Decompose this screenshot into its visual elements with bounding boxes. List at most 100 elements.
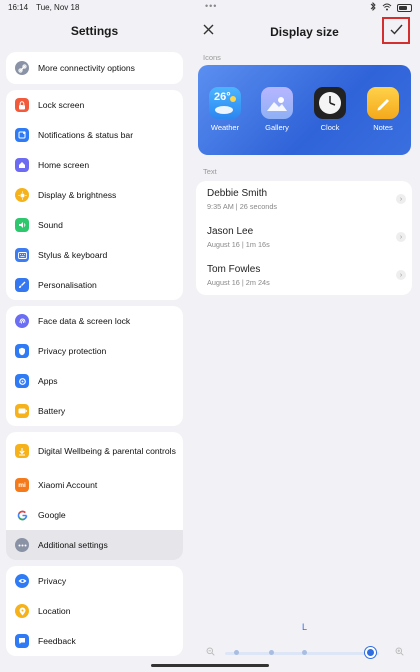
settings-item-label: Xiaomi Account xyxy=(38,479,98,490)
contact-name: Debbie Smith xyxy=(207,188,268,199)
settings-item-label: Privacy xyxy=(38,575,67,586)
check-icon xyxy=(390,22,403,39)
settings-item-label: Privacy protection xyxy=(38,345,107,356)
settings-item-personalisation[interactable]: Personalisation xyxy=(6,270,183,300)
keyboard-icon xyxy=(15,248,29,262)
slider-thumb[interactable] xyxy=(365,647,376,658)
text-preview: Debbie Smith 9:35 AM | 26 seconds › Jaso… xyxy=(196,181,412,295)
settings-title: Settings xyxy=(70,24,119,38)
app-name: Weather xyxy=(210,123,240,132)
settings-item-battery[interactable]: Battery xyxy=(6,396,183,426)
fingerprint-icon xyxy=(15,314,29,328)
group-privacy: Privacy Location Feedback xyxy=(6,566,183,656)
settings-item-label: Apps xyxy=(38,375,58,386)
app-name: Clock xyxy=(320,123,340,132)
weather-icon: 26° xyxy=(209,87,241,119)
group-connectivity: More connectivity options xyxy=(6,52,183,84)
settings-item-lock-screen[interactable]: Lock screen xyxy=(6,90,183,120)
settings-item-label: Personalisation xyxy=(38,279,97,290)
list-item: Jason Lee August 16 | 1m 16s › xyxy=(196,219,412,257)
more-icon xyxy=(15,538,29,552)
eye-icon xyxy=(15,574,29,588)
settings-item-label: Home screen xyxy=(38,159,90,170)
settings-item-label: Notifications & status bar xyxy=(38,129,134,140)
settings-item-location[interactable]: Location xyxy=(6,596,183,626)
contact-meta: August 16 | 1m 16s xyxy=(207,240,270,249)
settings-item-privacy[interactable]: Privacy xyxy=(6,566,183,596)
settings-item-apps[interactable]: Apps xyxy=(6,366,183,396)
settings-item-label: Additional settings xyxy=(38,539,108,550)
settings-item-label: Display & brightness xyxy=(38,189,117,200)
slider-step xyxy=(269,650,274,655)
sound-icon xyxy=(15,218,29,232)
notification-icon xyxy=(15,128,29,142)
settings-item-sound[interactable]: Sound xyxy=(6,210,183,240)
settings-item-notifications[interactable]: Notifications & status bar xyxy=(6,120,183,150)
app-name: Gallery xyxy=(265,123,289,132)
confirm-button[interactable] xyxy=(382,17,410,44)
contact-name: Tom Fowles xyxy=(207,264,261,275)
app-notes: Notes xyxy=(363,87,403,132)
settings-item-google[interactable]: Google xyxy=(6,500,183,530)
wellbeing-icon xyxy=(15,444,29,458)
settings-item-label: Battery xyxy=(38,405,66,416)
chevron-right-icon: › xyxy=(396,270,406,280)
slider-step xyxy=(302,650,307,655)
clock-icon xyxy=(314,87,346,119)
settings-item-digital-wellbeing[interactable]: Digital Wellbeing & parental controls xyxy=(6,432,183,470)
settings-item-xiaomi-account[interactable]: mi Xiaomi Account xyxy=(6,470,183,500)
settings-item-additional-settings[interactable]: Additional settings xyxy=(6,530,183,560)
feedback-icon xyxy=(15,634,29,648)
zoom-out-icon xyxy=(206,647,215,658)
settings-item-label: Feedback xyxy=(38,635,76,646)
gallery-icon xyxy=(261,87,293,119)
size-indicator: L xyxy=(302,622,308,632)
chevron-right-icon: › xyxy=(396,232,406,242)
settings-item-feedback[interactable]: Feedback xyxy=(6,626,183,656)
settings-item-label: Sound xyxy=(38,219,63,230)
settings-item-privacy-protection[interactable]: Privacy protection xyxy=(6,336,183,366)
settings-item-face-data[interactable]: Face data & screen lock xyxy=(6,306,183,336)
shield-icon xyxy=(15,344,29,358)
battery-icon xyxy=(15,404,29,418)
settings-item-label: Lock screen xyxy=(38,99,85,110)
zoom-in-icon xyxy=(395,647,404,658)
group-personal: Lock screen Notifications & status bar H… xyxy=(6,90,183,300)
google-icon xyxy=(15,508,29,522)
group-security: Face data & screen lock Privacy protecti… xyxy=(6,306,183,426)
chevron-right-icon: › xyxy=(396,194,406,204)
xiaomi-icon: mi xyxy=(15,478,29,492)
home-icon xyxy=(15,158,29,172)
list-item: Tom Fowles August 16 | 2m 24s › xyxy=(196,257,412,295)
contact-name: Jason Lee xyxy=(207,226,254,237)
group-accounts: Digital Wellbeing & parental controls mi… xyxy=(6,432,183,560)
settings-item-home-screen[interactable]: Home screen xyxy=(6,150,183,180)
brush-icon xyxy=(15,278,29,292)
link-icon xyxy=(15,61,29,75)
settings-item-display-brightness[interactable]: Display & brightness xyxy=(6,180,183,210)
lock-icon xyxy=(15,98,29,112)
app-gallery: Gallery xyxy=(257,87,297,132)
notes-icon xyxy=(367,87,399,119)
icons-section-label: Icons xyxy=(203,53,221,62)
settings-item-label: Face data & screen lock xyxy=(38,315,131,326)
app-name: Notes xyxy=(373,123,393,132)
contact-meta: August 16 | 2m 24s xyxy=(207,278,270,287)
app-weather: 26° Weather xyxy=(205,87,245,132)
settings-item-label: Digital Wellbeing & parental controls xyxy=(38,445,176,456)
icons-preview: 26° Weather Gallery Clock Notes xyxy=(198,65,411,155)
settings-pane: Settings More connectivity options Lock … xyxy=(0,0,189,672)
apps-icon xyxy=(15,374,29,388)
location-icon xyxy=(15,604,29,618)
settings-item-label: Google xyxy=(38,509,66,520)
sun-icon xyxy=(15,188,29,202)
display-size-pane: Display size Icons 26° Weather Gallery C… xyxy=(189,0,420,672)
settings-item-more-connectivity[interactable]: More connectivity options xyxy=(6,53,183,83)
app-clock: Clock xyxy=(310,87,350,132)
home-indicator[interactable] xyxy=(151,664,269,667)
slider-step xyxy=(234,650,239,655)
text-section-label: Text xyxy=(203,167,217,176)
settings-item-label: Location xyxy=(38,605,71,616)
settings-item-stylus-keyboard[interactable]: Stylus & keyboard xyxy=(6,240,183,270)
settings-item-label: Stylus & keyboard xyxy=(38,249,108,260)
